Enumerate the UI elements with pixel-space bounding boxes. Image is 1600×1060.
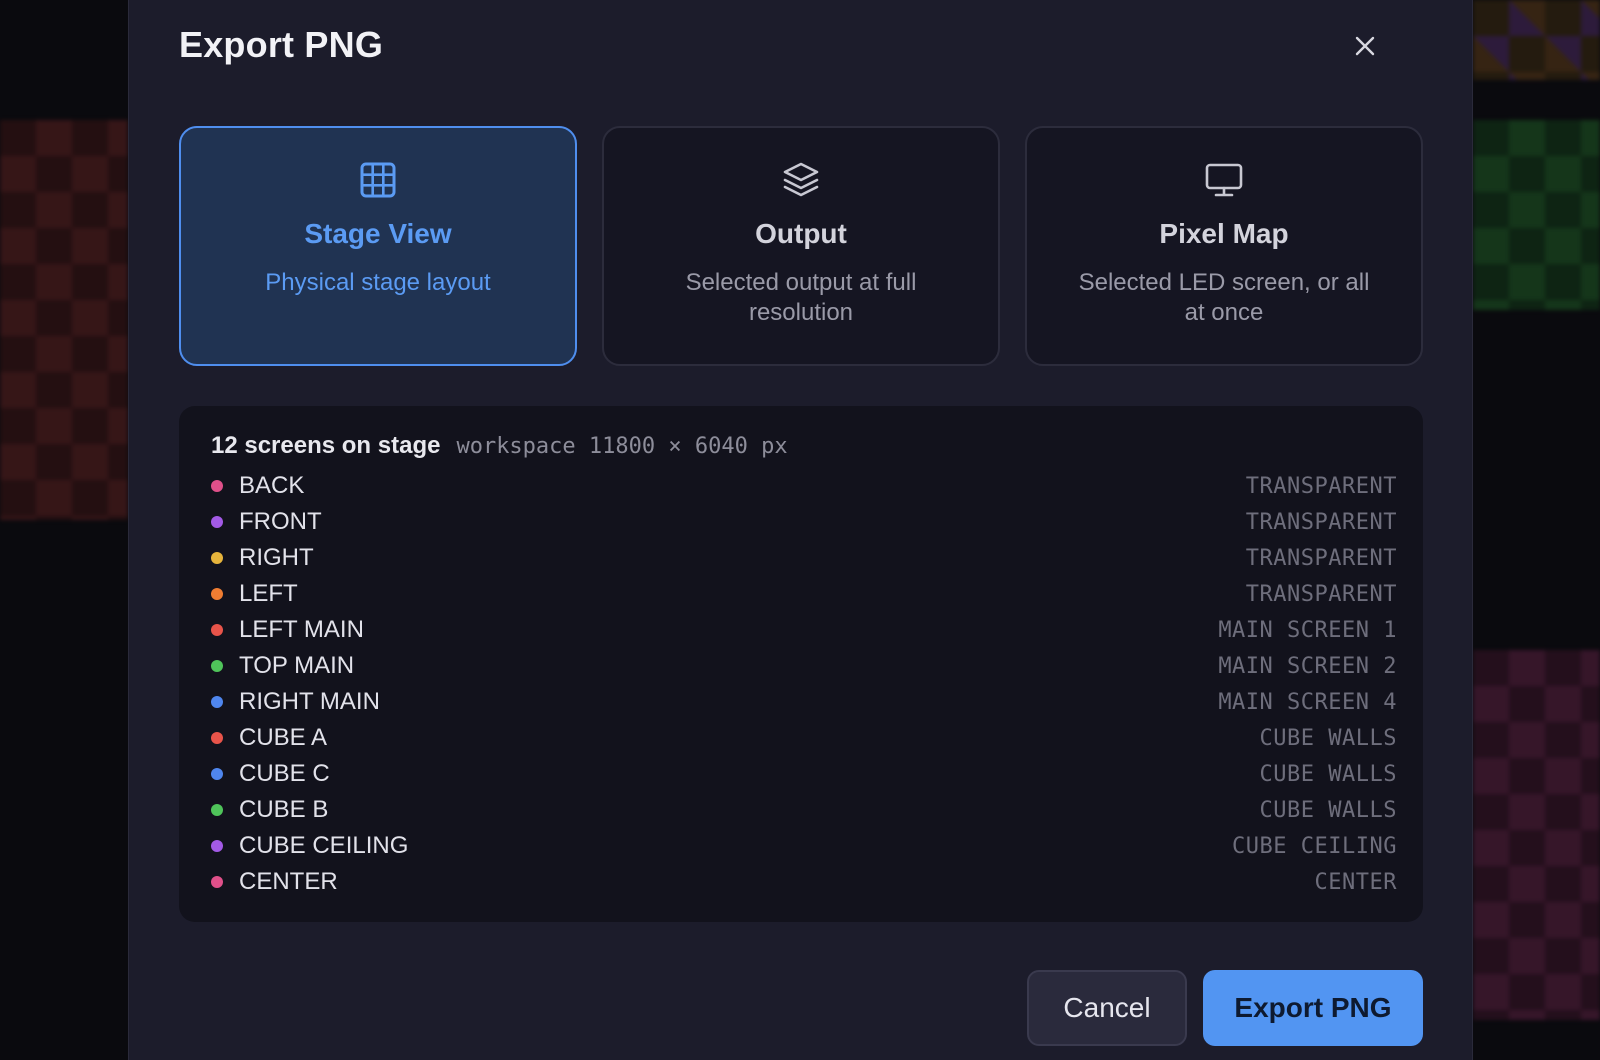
screen-row: LEFT TRANSPARENT xyxy=(211,576,1397,612)
screen-name: TOP MAIN xyxy=(239,652,355,679)
mode-description: Selected output at full resolution xyxy=(685,269,917,326)
screen-color-dot xyxy=(211,588,223,600)
screen-name: CUBE CEILING xyxy=(239,832,409,859)
screen-color-dot xyxy=(211,804,223,816)
export-png-dialog: Export PNG Stage View Physical stage lay… xyxy=(128,0,1473,1060)
screen-output-group: MAIN SCREEN 2 xyxy=(1218,653,1397,679)
screen-output-group: TRANSPARENT xyxy=(1245,581,1397,607)
screen-row-left: LEFT xyxy=(211,580,298,608)
mode-title: Output xyxy=(755,218,847,249)
export-mode-selector: Stage View Physical stage layout Output … xyxy=(179,126,1423,366)
screen-output-group: CUBE CEILING xyxy=(1232,833,1397,859)
screen-output-group: MAIN SCREEN 1 xyxy=(1218,617,1397,643)
screen-output-group: CENTER xyxy=(1314,869,1397,895)
screen-name: CENTER xyxy=(239,868,338,895)
screen-row-left: CUBE A xyxy=(211,724,327,752)
background-checker-green xyxy=(1473,120,1600,310)
screen-row: CUBE CEILING CUBE CEILING xyxy=(211,828,1397,864)
screen-color-dot xyxy=(211,840,223,852)
workspace-size-label: workspace 11800 × 6040 px xyxy=(456,434,788,459)
screen-name: LEFT MAIN xyxy=(239,616,364,643)
mode-card-output[interactable]: Output Selected output at full resolutio… xyxy=(602,126,1000,366)
screen-row: BACK TRANSPARENT xyxy=(211,468,1397,504)
screen-output-group: CUBE WALLS xyxy=(1259,761,1397,787)
screen-row-left: CUBE C xyxy=(211,760,330,788)
screen-row: FRONT TRANSPARENT xyxy=(211,504,1397,540)
screen-color-dot xyxy=(211,732,223,744)
screen-output-group: CUBE WALLS xyxy=(1259,797,1397,823)
close-button[interactable] xyxy=(1347,28,1383,64)
screen-list: BACK TRANSPARENT FRONT TRANSPARENT RIGHT TRAN… xyxy=(211,468,1397,900)
screen-row-left: CENTER xyxy=(211,868,338,896)
background-checker-red xyxy=(0,120,128,520)
screen-name: BACK xyxy=(239,472,305,499)
screen-color-dot xyxy=(211,516,223,528)
mode-card-stage-view[interactable]: Stage View Physical stage layout xyxy=(179,126,577,366)
screen-color-dot xyxy=(211,552,223,564)
screen-output-group: TRANSPARENT xyxy=(1245,509,1397,535)
screen-row: CENTER CENTER xyxy=(211,864,1397,900)
screen-row: RIGHT MAIN MAIN SCREEN 4 xyxy=(211,684,1397,720)
screen-row-left: RIGHT xyxy=(211,544,314,572)
mode-title: Pixel Map xyxy=(1159,218,1289,249)
background-checker-pink xyxy=(1473,650,1600,1020)
screen-name: CUBE C xyxy=(239,760,330,787)
screen-output-group: TRANSPARENT xyxy=(1245,545,1397,571)
mode-description: Selected LED screen, or all at once xyxy=(1078,269,1370,326)
screen-color-dot xyxy=(211,624,223,636)
screen-output-group: CUBE WALLS xyxy=(1259,725,1397,751)
export-png-button[interactable]: Export PNG xyxy=(1203,970,1423,1046)
mode-card-pixel-map[interactable]: Pixel Map Selected LED screen, or all at… xyxy=(1025,126,1423,366)
screen-row: CUBE B CUBE WALLS xyxy=(211,792,1397,828)
screen-name: CUBE A xyxy=(239,724,328,751)
screen-row: RIGHT TRANSPARENT xyxy=(211,540,1397,576)
screen-row: CUBE A CUBE WALLS xyxy=(211,720,1397,756)
screen-row-left: FRONT xyxy=(211,508,322,536)
screen-output-group: TRANSPARENT xyxy=(1245,473,1397,499)
layers-icon xyxy=(781,160,821,200)
screen-row-left: BACK xyxy=(211,472,304,500)
screen-count-label: 12 screens on stage xyxy=(211,432,441,459)
grid-icon xyxy=(358,160,398,200)
summary-header: 12 screens on stage workspace 11800 × 60… xyxy=(211,432,788,460)
screen-name: LEFT xyxy=(239,580,298,607)
screen-color-dot xyxy=(211,876,223,888)
screen-row: TOP MAIN MAIN SCREEN 2 xyxy=(211,648,1397,684)
screen-color-dot xyxy=(211,768,223,780)
screen-row-left: TOP MAIN xyxy=(211,652,354,680)
screen-row: CUBE C CUBE WALLS xyxy=(211,756,1397,792)
monitor-icon xyxy=(1204,160,1244,200)
screen-output-group: MAIN SCREEN 4 xyxy=(1218,689,1397,715)
screen-name: FRONT xyxy=(239,508,322,535)
screen-name: CUBE B xyxy=(239,796,329,823)
screen-row: LEFT MAIN MAIN SCREEN 1 xyxy=(211,612,1397,648)
close-icon xyxy=(1355,36,1375,56)
screen-row-left: CUBE B xyxy=(211,796,328,824)
cancel-button[interactable]: Cancel xyxy=(1027,970,1187,1046)
screen-row-left: RIGHT MAIN xyxy=(211,688,380,716)
screen-color-dot xyxy=(211,480,223,492)
screens-summary-panel: 12 screens on stage workspace 11800 × 60… xyxy=(179,406,1423,922)
screen-name: RIGHT MAIN xyxy=(239,688,380,715)
screen-color-dot xyxy=(211,696,223,708)
screen-row-left: LEFT MAIN xyxy=(211,616,364,644)
mode-title: Stage View xyxy=(304,218,452,249)
screen-color-dot xyxy=(211,660,223,672)
dialog-title: Export PNG xyxy=(179,24,384,65)
background-checker-orange xyxy=(1473,0,1600,80)
screen-name: RIGHT xyxy=(239,544,314,571)
mode-description: Physical stage layout xyxy=(265,269,491,296)
screen-row-left: CUBE CEILING xyxy=(211,832,408,860)
